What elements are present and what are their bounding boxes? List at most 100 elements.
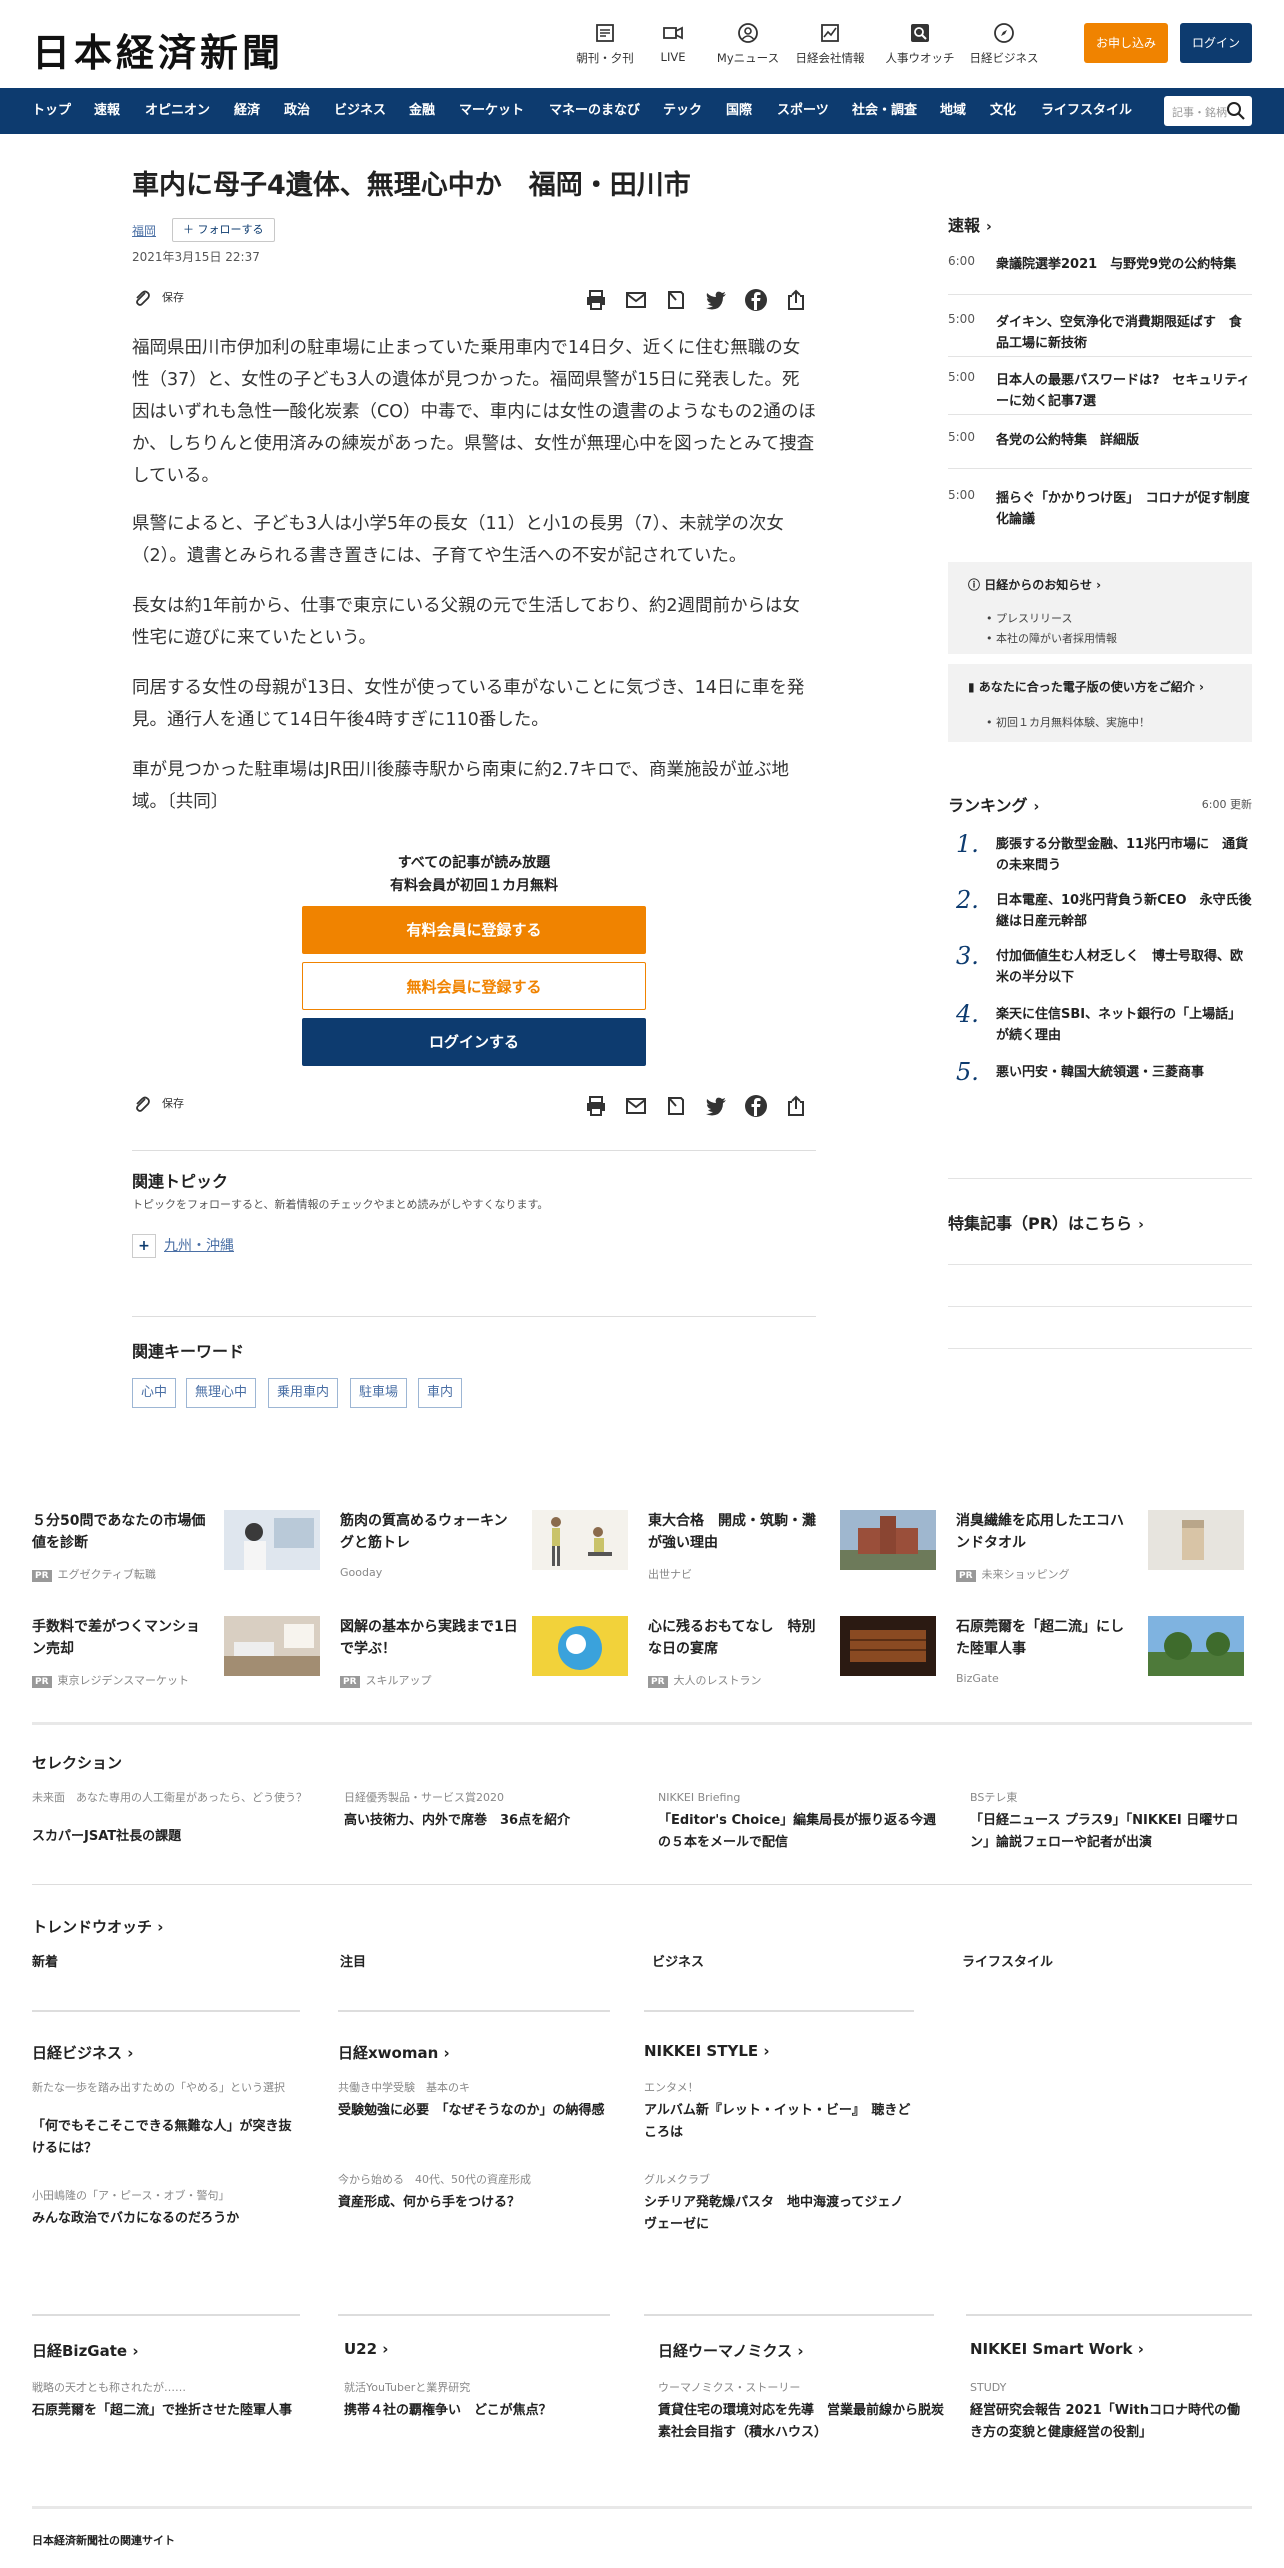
nikkei-business-link[interactable]: 日経ビジネス [962, 22, 1046, 66]
nav-item[interactable]: 経済 [234, 88, 260, 134]
brand-title[interactable]: シチリア発乾燥パスタ 地中海渡ってジェノヴェーゼに [644, 2192, 914, 2236]
bookmark-icon[interactable] [664, 288, 688, 312]
facebook-icon[interactable] [744, 288, 768, 312]
nav-item[interactable]: マーケット [459, 88, 524, 134]
ebook-link[interactable]: • 初回１カ月無料体験、実施中！ [986, 714, 1150, 730]
ad-source-label: 東京レジデンスマーケット [57, 1674, 189, 1687]
breaking-heading[interactable]: 速報 › [948, 212, 992, 236]
brand-title[interactable]: 経営研究会報告 2021「Withコロナ時代の働き方の変貌と健康経営の役割」 [970, 2400, 1252, 2444]
notice-link[interactable]: • 本社の障がい者採用情報 [986, 630, 1117, 646]
brand-sub: 新たな一歩を踏み出すための「やめる」という選択 [32, 2081, 285, 2094]
share-icon[interactable] [784, 288, 808, 312]
brand-title[interactable]: みんな政治でバカになるのだろうか [32, 2208, 300, 2230]
paywall-login-button[interactable]: ログインする [302, 1018, 646, 1066]
save-button[interactable]: 保存 [132, 288, 184, 308]
mynews-link[interactable]: Myニュース [710, 22, 786, 66]
selection-title[interactable]: スカパーJSAT社長の課題 [32, 1826, 312, 1848]
keyword-tag[interactable]: 乗用車内 [268, 1378, 339, 1408]
chevron-right-icon: › [1033, 799, 1040, 815]
trend-heading[interactable]: トレンドウオッチ › [32, 1916, 163, 1937]
twitter-icon[interactable] [704, 288, 728, 312]
brand-heading[interactable]: 日経ビジネス › [32, 2042, 133, 2063]
area-link[interactable]: 福岡 [132, 222, 156, 239]
ad-card[interactable]: 心に残るおもてなし 特別な日の宴席 PR 大人のレストラン [648, 1616, 942, 1690]
brand-title[interactable]: アルバム新『レット・イット・ビー』 聴きどころは [644, 2100, 914, 2144]
brand-heading[interactable]: NIKKEI Smart Work › [970, 2340, 1144, 2358]
free-register-button[interactable]: 無料会員に登録する [302, 962, 646, 1010]
nav-item[interactable]: 政治 [284, 88, 310, 134]
nav-item[interactable]: ライフスタイル [1041, 88, 1132, 134]
divider [132, 1150, 816, 1151]
selection-title[interactable]: 高い技術力、内外で席巻 36点を紹介 [344, 1810, 624, 1832]
jinji-watch-link[interactable]: 人事ウオッチ [878, 22, 962, 66]
nav-item[interactable]: 地域 [940, 88, 966, 134]
brand-title[interactable]: 受験勉強に必要 「なぜそうなのか」の納得感 [338, 2100, 610, 2122]
plus-icon[interactable]: + [132, 1234, 156, 1258]
live-link[interactable]: LIVE [648, 22, 698, 64]
nav-item[interactable]: スポーツ [777, 88, 829, 134]
trend-tab[interactable]: ビジネス [652, 1952, 704, 1974]
paid-register-button[interactable]: 有料会員に登録する [302, 906, 646, 954]
search-input[interactable]: 記事・銘柄 [1164, 96, 1252, 126]
nav-item[interactable]: 文化 [990, 88, 1016, 134]
nav-item[interactable]: トップ [32, 88, 71, 134]
mail-icon[interactable] [624, 1094, 648, 1118]
nav-item[interactable]: 社会・調査 [852, 88, 917, 134]
selection-title[interactable]: 「日経ニュース プラス9」「NIKKEI 日曜サロン」論説フェローや記者が出演 [970, 1810, 1250, 1854]
trend-tab[interactable]: 注目 [340, 1952, 366, 1974]
brand-heading[interactable]: 日経xwoman › [338, 2042, 450, 2063]
keyword-tag[interactable]: 駐車場 [350, 1378, 408, 1408]
print-icon[interactable] [584, 288, 608, 312]
ad-card[interactable]: 東大合格 開成・筑駒・灘が強い理由 出世ナビ [648, 1510, 942, 1584]
subscribe-button[interactable]: お申し込み [1084, 23, 1168, 63]
brand-heading[interactable]: NIKKEI STYLE › [644, 2042, 770, 2060]
trend-tab[interactable]: 新着 [32, 1952, 58, 1974]
ad-card[interactable]: 消臭繊維を応用したエコハンドタオル PR 未来ショッピング [956, 1510, 1250, 1584]
morning-evening-link[interactable]: 朝刊・夕刊 [560, 22, 650, 66]
ad-card[interactable]: 筋肉の質高めるウォーキングと筋トレ Gooday [340, 1510, 634, 1584]
facebook-icon[interactable] [744, 1094, 768, 1118]
brand-title[interactable]: 石原莞爾を「超二流」で挫折させた陸軍人事 [32, 2400, 322, 2422]
nav-item[interactable]: オピニオン [145, 88, 210, 134]
brand-heading[interactable]: 日経ウーマノミクス › [658, 2340, 804, 2361]
company-info-link[interactable]: 日経会社情報 [788, 22, 872, 66]
nikkei-logo[interactable]: 日本経済新聞 [32, 22, 284, 77]
nav-item[interactable]: 金融 [409, 88, 435, 134]
nav-item[interactable]: ビジネス [334, 88, 386, 134]
brand-title[interactable]: 携帯４社の覇権争い どこが焦点？ [344, 2400, 616, 2422]
bookmark-icon[interactable] [664, 1094, 688, 1118]
login-button[interactable]: ログイン [1180, 23, 1252, 63]
save-button[interactable]: 保存 [132, 1094, 184, 1114]
nav-item[interactable]: 速報 [94, 88, 120, 134]
brand-title[interactable]: 賃貸住宅の環境対応を先導 営業最前線から脱炭素社会目指す（積水ハウス） [658, 2400, 948, 2444]
ad-card[interactable]: ５分50問であなたの市場価値を診断 PR エグゼクティブ転職 [32, 1510, 326, 1584]
search-icon[interactable] [1226, 101, 1246, 121]
brand-heading[interactable]: 日経BizGate › [32, 2340, 139, 2361]
keyword-tag[interactable]: 車内 [418, 1378, 463, 1408]
twitter-icon[interactable] [704, 1094, 728, 1118]
selection-title[interactable]: 「Editor's Choice」編集局長が振り返る今週の５本をメールで配信 [658, 1810, 938, 1854]
print-icon[interactable] [584, 1094, 608, 1118]
nav-item[interactable]: マネーのまなび [549, 88, 640, 134]
share-icon[interactable] [784, 1094, 808, 1118]
brand-heading[interactable]: U22 › [344, 2340, 388, 2358]
notice-heading[interactable]: ⓘ 日経からのお知らせ › [968, 576, 1101, 593]
topic-link[interactable]: + 九州・沖縄 [132, 1234, 234, 1258]
ad-card[interactable]: 図解の基本から実践まで1日で学ぶ！ PR スキルアップ [340, 1616, 634, 1690]
keyword-tag[interactable]: 心中 [132, 1378, 177, 1408]
follow-button[interactable]: ＋ フォローする [172, 218, 275, 242]
nav-item[interactable]: 国際 [726, 88, 752, 134]
trend-tab[interactable]: ライフスタイル [962, 1952, 1053, 1974]
ad-card[interactable]: 手数料で差がつくマンション売却 PR 東京レジデンスマーケット [32, 1616, 326, 1690]
pr-heading[interactable]: 特集記事（PR）はこちら › [948, 1210, 1144, 1234]
mail-icon[interactable] [624, 288, 648, 312]
ebook-heading[interactable]: ▮ あなたに合った電子版の使い方をご紹介 › [968, 678, 1204, 695]
notice-link[interactable]: • プレスリリース [986, 610, 1072, 626]
nav-item[interactable]: テック [663, 88, 702, 134]
brand-title[interactable]: 「何でもそこそこできる無難な人」が突き抜けるには？ [32, 2116, 300, 2160]
ranking-heading[interactable]: ランキング › [948, 792, 1039, 816]
brand-title[interactable]: 資産形成、何から手をつける？ [338, 2192, 610, 2214]
keyword-tag[interactable]: 無理心中 [186, 1378, 257, 1408]
ad-card[interactable]: 石原莞爾を「超二流」にした陸軍人事 BizGate [956, 1616, 1250, 1690]
paywall-line2: 有料会員が初回１カ月無料 [390, 878, 558, 894]
